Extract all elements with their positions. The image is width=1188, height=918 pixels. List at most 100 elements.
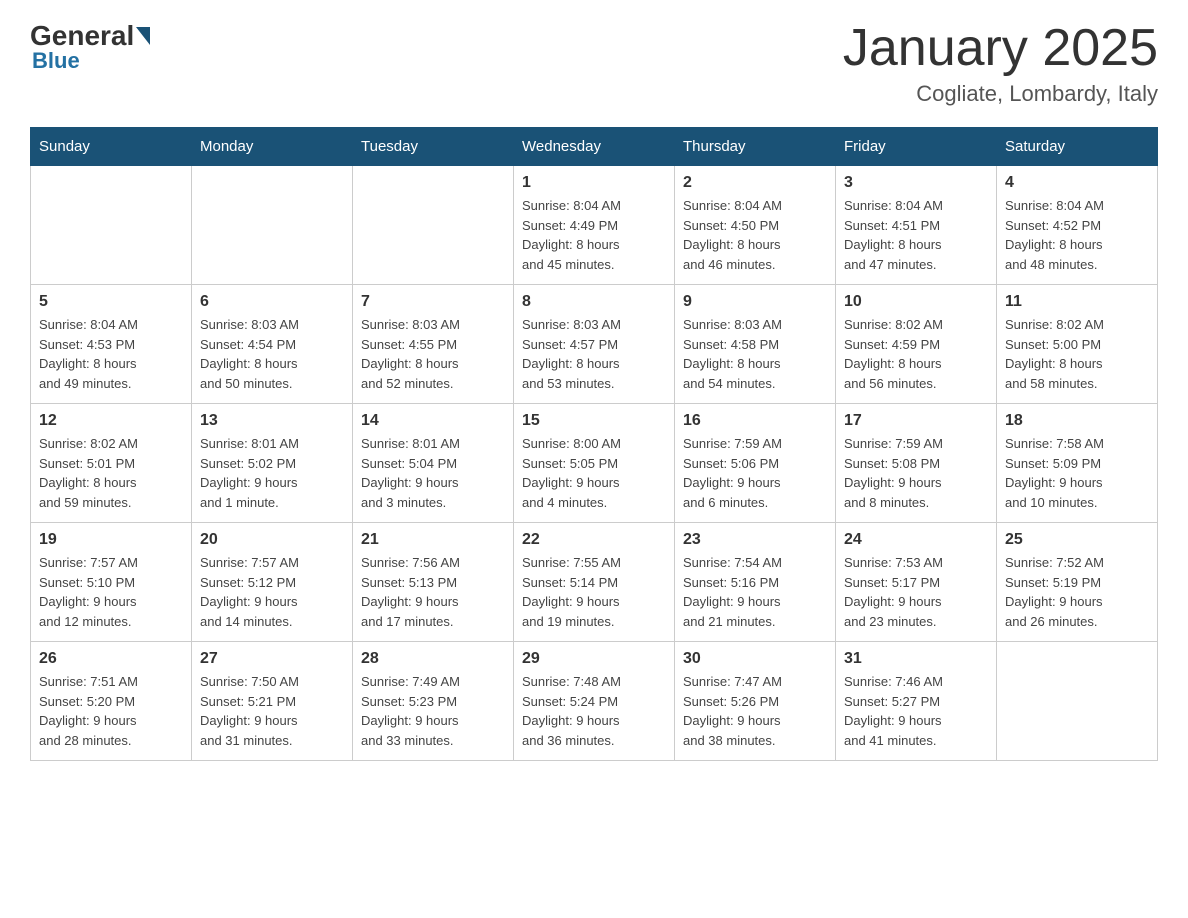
day-number: 26 xyxy=(39,650,183,668)
day-info: Sunrise: 8:04 AMSunset: 4:49 PMDaylight:… xyxy=(522,196,666,274)
day-info: Sunrise: 8:04 AMSunset: 4:52 PMDaylight:… xyxy=(1005,196,1149,274)
day-cell: 23 Sunrise: 7:54 AMSunset: 5:16 PMDayligh… xyxy=(675,523,836,642)
day-number: 22 xyxy=(522,531,666,549)
day-info: Sunrise: 7:49 AMSunset: 5:23 PMDaylight:… xyxy=(361,672,505,750)
day-info: Sunrise: 8:04 AMSunset: 4:53 PMDaylight:… xyxy=(39,315,183,393)
day-cell: 3Sunrise: 8:04 AMSunset: 4:51 PMDaylight… xyxy=(836,166,997,285)
week-row-0: 1 Sunrise: 8:04 AMSunset: 4:49 PMDaylight… xyxy=(31,166,1158,285)
day-info: Sunrise: 7:52 AMSunset: 5:19 PMDaylight:… xyxy=(1005,553,1149,631)
calendar-title: January 2025 xyxy=(843,20,1158,77)
day-cell: 7 Sunrise: 8:03 AMSunset: 4:55 PMDaylight… xyxy=(353,285,514,404)
day-number: 31 xyxy=(844,650,988,668)
day-cell: 28 Sunrise: 7:49 AMSunset: 5:23 PMDayligh… xyxy=(353,642,514,761)
day-info: Sunrise: 7:56 AMSunset: 5:13 PMDaylight:… xyxy=(361,553,505,631)
day-cell xyxy=(997,642,1158,761)
day-info: Sunrise: 7:55 AMSunset: 5:14 PMDaylight:… xyxy=(522,553,666,631)
day-number: 5 xyxy=(39,293,183,311)
day-cell: 11 Sunrise: 8:02 AMSunset: 5:00 PMDayligh… xyxy=(997,285,1158,404)
header-cell-thursday: Thursday xyxy=(675,128,836,166)
day-cell: 29 Sunrise: 7:48 AMSunset: 5:24 PMDayligh… xyxy=(514,642,675,761)
day-info: Sunrise: 7:46 AMSunset: 5:27 PMDaylight:… xyxy=(844,672,988,750)
day-cell: 22 Sunrise: 7:55 AMSunset: 5:14 PMDayligh… xyxy=(514,523,675,642)
day-cell: 8Sunrise: 8:03 AMSunset: 4:57 PMDaylight… xyxy=(514,285,675,404)
day-cell xyxy=(353,166,514,285)
day-number: 20 xyxy=(200,531,344,549)
calendar-header: SundayMondayTuesdayWednesdayThursdayFrid… xyxy=(31,128,1158,166)
day-info: Sunrise: 7:53 AMSunset: 5:17 PMDaylight:… xyxy=(844,553,988,631)
day-number: 6 xyxy=(200,293,344,311)
day-cell: 4 Sunrise: 8:04 AMSunset: 4:52 PMDaylight… xyxy=(997,166,1158,285)
day-number: 25 xyxy=(1005,531,1149,549)
day-number: 10 xyxy=(844,293,988,311)
day-cell: 27Sunrise: 7:50 AMSunset: 5:21 PMDayligh… xyxy=(192,642,353,761)
day-info: Sunrise: 7:47 AMSunset: 5:26 PMDaylight:… xyxy=(683,672,827,750)
week-row-3: 19Sunrise: 7:57 AMSunset: 5:10 PMDayligh… xyxy=(31,523,1158,642)
day-info: Sunrise: 8:04 AMSunset: 4:50 PMDaylight:… xyxy=(683,196,827,274)
day-cell: 20 Sunrise: 7:57 AMSunset: 5:12 PMDayligh… xyxy=(192,523,353,642)
header-cell-friday: Friday xyxy=(836,128,997,166)
day-cell: 31 Sunrise: 7:46 AMSunset: 5:27 PMDayligh… xyxy=(836,642,997,761)
day-number: 11 xyxy=(1005,293,1149,311)
day-cell: 24 Sunrise: 7:53 AMSunset: 5:17 PMDayligh… xyxy=(836,523,997,642)
day-number: 28 xyxy=(361,650,505,668)
day-cell: 15 Sunrise: 8:00 AMSunset: 5:05 PMDayligh… xyxy=(514,404,675,523)
day-number: 4 xyxy=(1005,174,1149,192)
calendar-table: SundayMondayTuesdayWednesdayThursdayFrid… xyxy=(30,127,1158,761)
day-cell: 10 Sunrise: 8:02 AMSunset: 4:59 PMDayligh… xyxy=(836,285,997,404)
day-number: 17 xyxy=(844,412,988,430)
day-info: Sunrise: 8:02 AMSunset: 5:00 PMDaylight:… xyxy=(1005,315,1149,393)
day-number: 14 xyxy=(361,412,505,430)
day-number: 3 xyxy=(844,174,988,192)
day-cell: 13 Sunrise: 8:01 AMSunset: 5:02 PMDayligh… xyxy=(192,404,353,523)
day-cell: 25 Sunrise: 7:52 AMSunset: 5:19 PMDayligh… xyxy=(997,523,1158,642)
day-info: Sunrise: 8:02 AMSunset: 5:01 PMDaylight:… xyxy=(39,434,183,512)
day-cell: 12 Sunrise: 8:02 AMSunset: 5:01 PMDayligh… xyxy=(31,404,192,523)
day-info: Sunrise: 8:03 AMSunset: 4:55 PMDaylight:… xyxy=(361,315,505,393)
day-cell xyxy=(192,166,353,285)
day-cell: 19Sunrise: 7:57 AMSunset: 5:10 PMDayligh… xyxy=(31,523,192,642)
day-number: 13 xyxy=(200,412,344,430)
day-info: Sunrise: 7:59 AMSunset: 5:06 PMDaylight:… xyxy=(683,434,827,512)
day-cell: 6 Sunrise: 8:03 AMSunset: 4:54 PMDaylight… xyxy=(192,285,353,404)
day-number: 29 xyxy=(522,650,666,668)
day-cell: 30Sunrise: 7:47 AMSunset: 5:26 PMDayligh… xyxy=(675,642,836,761)
calendar-subtitle: Cogliate, Lombardy, Italy xyxy=(843,81,1158,107)
header-cell-saturday: Saturday xyxy=(997,128,1158,166)
calendar-body: 1 Sunrise: 8:04 AMSunset: 4:49 PMDaylight… xyxy=(31,166,1158,761)
day-info: Sunrise: 7:51 AMSunset: 5:20 PMDaylight:… xyxy=(39,672,183,750)
day-info: Sunrise: 7:59 AMSunset: 5:08 PMDaylight:… xyxy=(844,434,988,512)
day-number: 15 xyxy=(522,412,666,430)
header-cell-wednesday: Wednesday xyxy=(514,128,675,166)
page-header: General Blue January 2025 Cogliate, Lomb… xyxy=(30,20,1158,107)
day-number: 19 xyxy=(39,531,183,549)
day-cell: 16Sunrise: 7:59 AMSunset: 5:06 PMDayligh… xyxy=(675,404,836,523)
day-info: Sunrise: 7:50 AMSunset: 5:21 PMDaylight:… xyxy=(200,672,344,750)
day-info: Sunrise: 8:02 AMSunset: 4:59 PMDaylight:… xyxy=(844,315,988,393)
day-number: 21 xyxy=(361,531,505,549)
day-number: 24 xyxy=(844,531,988,549)
day-cell: 2Sunrise: 8:04 AMSunset: 4:50 PMDaylight… xyxy=(675,166,836,285)
day-cell: 14Sunrise: 8:01 AMSunset: 5:04 PMDayligh… xyxy=(353,404,514,523)
day-info: Sunrise: 8:01 AMSunset: 5:02 PMDaylight:… xyxy=(200,434,344,512)
logo-blue-text: Blue xyxy=(32,48,80,74)
logo: General Blue xyxy=(30,20,152,74)
day-info: Sunrise: 7:57 AMSunset: 5:12 PMDaylight:… xyxy=(200,553,344,631)
day-cell: 5 Sunrise: 8:04 AMSunset: 4:53 PMDaylight… xyxy=(31,285,192,404)
day-info: Sunrise: 7:54 AMSunset: 5:16 PMDaylight:… xyxy=(683,553,827,631)
day-info: Sunrise: 8:00 AMSunset: 5:05 PMDaylight:… xyxy=(522,434,666,512)
day-info: Sunrise: 7:48 AMSunset: 5:24 PMDaylight:… xyxy=(522,672,666,750)
day-cell: 18 Sunrise: 7:58 AMSunset: 5:09 PMDayligh… xyxy=(997,404,1158,523)
day-info: Sunrise: 7:58 AMSunset: 5:09 PMDaylight:… xyxy=(1005,434,1149,512)
day-number: 23 xyxy=(683,531,827,549)
day-info: Sunrise: 8:03 AMSunset: 4:57 PMDaylight:… xyxy=(522,315,666,393)
header-cell-monday: Monday xyxy=(192,128,353,166)
day-cell: 26 Sunrise: 7:51 AMSunset: 5:20 PMDayligh… xyxy=(31,642,192,761)
week-row-1: 5 Sunrise: 8:04 AMSunset: 4:53 PMDaylight… xyxy=(31,285,1158,404)
header-cell-tuesday: Tuesday xyxy=(353,128,514,166)
day-number: 1 xyxy=(522,174,666,192)
header-cell-sunday: Sunday xyxy=(31,128,192,166)
day-number: 12 xyxy=(39,412,183,430)
day-number: 7 xyxy=(361,293,505,311)
day-number: 18 xyxy=(1005,412,1149,430)
day-info: Sunrise: 8:03 AMSunset: 4:54 PMDaylight:… xyxy=(200,315,344,393)
